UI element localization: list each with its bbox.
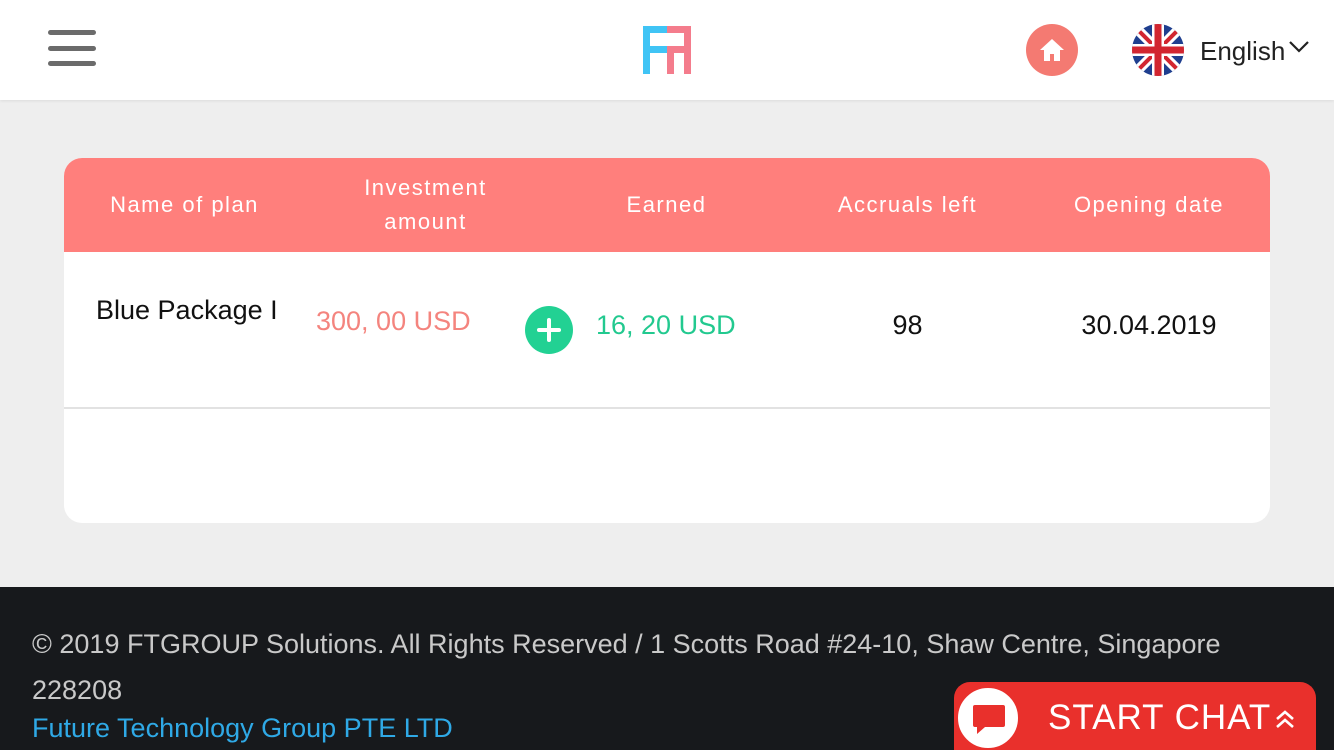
chevron-down-icon[interactable] [1288,40,1310,54]
top-header: English [0,0,1334,100]
start-chat-button[interactable]: START CHAT [954,682,1316,750]
investments-card: Name of plan Investment amount Earned Ac… [64,158,1270,523]
investment-amount: 300, 00 USD [316,306,471,336]
plus-icon [537,318,561,342]
column-header-opening-date: Opening date [1073,192,1225,217]
column-header-accruals-left: Accruals left [837,192,978,217]
home-button[interactable] [1026,24,1078,76]
column-header-investment-amount: Investment amount [305,158,546,252]
chat-bubble-icon [973,705,1005,734]
opening-date-value: 30.04.2019 [1081,310,1217,340]
column-header-earned: Earned [626,192,707,217]
accruals-left-value: 98 [892,310,923,340]
column-header-label: Investment amount [364,175,487,234]
ft-logo-icon[interactable] [641,24,693,76]
earned-amount: 16, 20 USD [596,310,736,340]
table-header: Name of plan Investment amount Earned Ac… [64,158,1270,252]
add-button[interactable] [525,306,573,354]
chat-bubble-container [954,684,1022,750]
column-header-plan-name: Name of plan [110,192,259,217]
double-chevron-up-icon [1276,710,1294,728]
menu-line [48,30,96,35]
company-link[interactable]: Future Technology Group PTE LTD [32,713,453,744]
home-icon [1040,39,1064,61]
hamburger-menu-icon[interactable] [48,30,96,68]
menu-line [48,61,96,66]
uk-flag-icon[interactable] [1132,24,1184,76]
start-chat-label: START CHAT [1048,698,1272,737]
language-selector[interactable]: English [1200,36,1285,67]
table-row: Blue Package I 300, 00 USD 16, 20 USD 98… [64,252,1270,409]
menu-line [48,46,96,51]
plan-name: Blue Package I [96,295,278,325]
